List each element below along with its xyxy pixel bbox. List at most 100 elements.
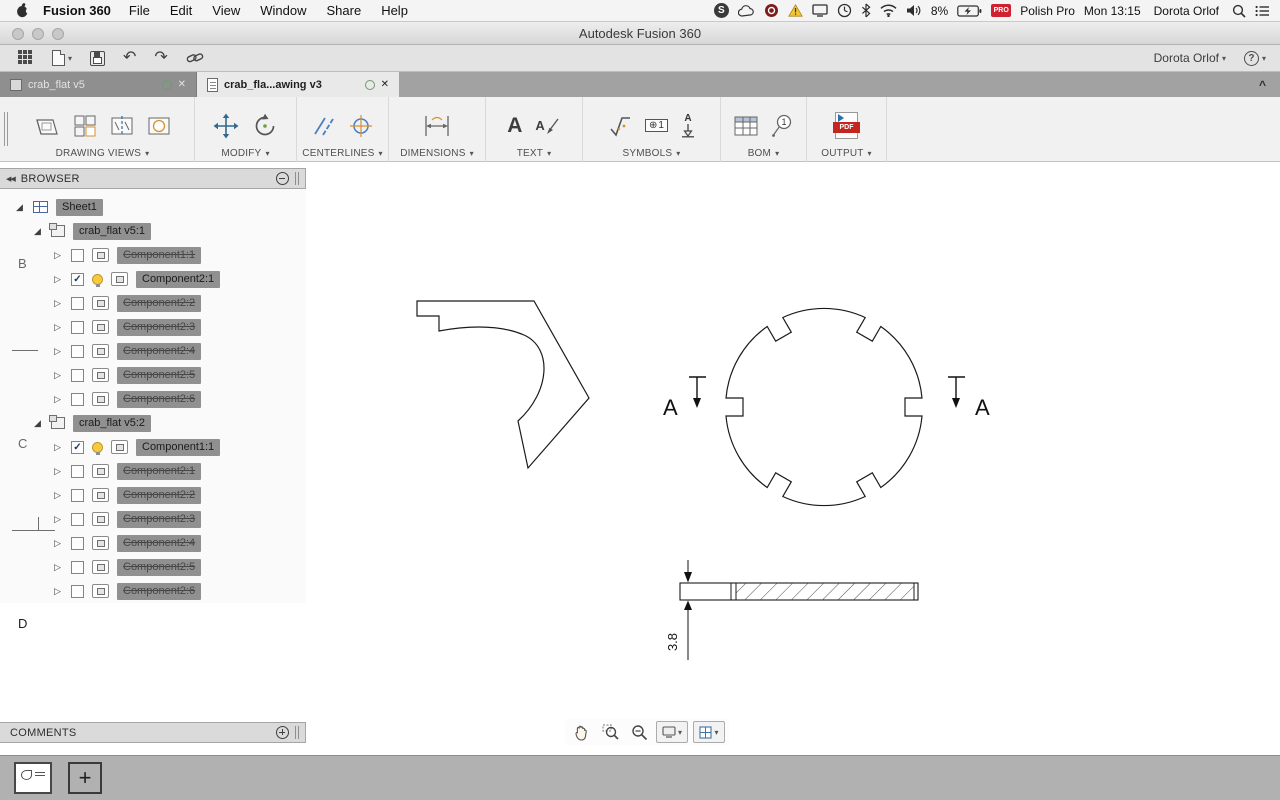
rotate-button[interactable] [252,113,278,139]
browser-tree-row[interactable]: ◢ Sheet1 [0,195,306,219]
menubar-app-name[interactable]: Fusion 360 [43,3,111,18]
panel-drag-grip[interactable] [295,172,299,185]
browser-tree-row[interactable]: ▷ Component2:6 [0,579,306,603]
collapsed-icon[interactable]: ▷ [52,490,63,501]
collapsed-icon[interactable]: ▷ [52,538,63,549]
collapsed-icon[interactable]: ▷ [52,298,63,309]
browser-tree-row[interactable]: ▷ Component2:4 [0,339,306,363]
surface-texture-button[interactable] [608,114,632,138]
visibility-checkbox[interactable] [71,296,84,310]
browser-tree-row[interactable]: ▷ Component2:3 [0,315,306,339]
menu-help[interactable]: Help [381,3,408,18]
display-settings-dropdown[interactable]: ▾ [656,721,688,743]
drawing-canvas[interactable]: B C D A A 3.8 ◀◀ BROWSER ◢ Sheet1 ◢ crab… [0,162,1280,755]
zoom-window-button[interactable] [52,28,64,40]
browser-tree-row[interactable]: ◢ crab_flat v5:1 [0,219,306,243]
close-window-button[interactable] [12,28,24,40]
thickness-dimension[interactable] [684,560,692,660]
spotlight-icon[interactable] [1232,4,1246,18]
visibility-checkbox[interactable]: ✓ [71,272,84,286]
visibility-checkbox[interactable] [71,584,84,598]
display-icon[interactable] [812,4,828,17]
pan-button[interactable] [569,721,593,743]
panel-drag-grip[interactable] [295,726,299,739]
tree-item-label[interactable]: Sheet1 [56,198,103,216]
tree-item-label[interactable]: Component2:2 [117,294,202,312]
browser-tree-row[interactable]: ▷ Component2:5 [0,363,306,387]
ribbon-group-label[interactable]: MODIFY ▾ [221,148,269,159]
lightbulb-icon[interactable] [92,273,103,287]
visibility-checkbox[interactable] [71,344,84,358]
visibility-checkbox[interactable] [71,560,84,574]
collapsed-icon[interactable]: ▷ [52,274,63,285]
share-link-button[interactable] [186,51,204,65]
projected-view-button[interactable] [73,114,97,138]
input-source-label[interactable]: Polish Pro [1020,4,1075,18]
browser-tree-row[interactable]: ▷ Component1:1 [0,243,306,267]
menu-share[interactable]: Share [326,3,361,18]
collapsed-icon[interactable]: ▷ [52,586,63,597]
minimize-window-button[interactable] [32,28,44,40]
table-button[interactable] [734,115,758,137]
ribbon-group-label[interactable]: BOM ▾ [748,148,780,159]
tree-item-label[interactable]: Component1:1 [117,246,202,264]
visibility-checkbox[interactable]: ✓ [71,440,84,454]
tree-item-label[interactable]: Component1:1 [136,438,221,456]
output-pdf-button[interactable]: PDF [833,112,860,139]
collapsed-icon[interactable]: ▷ [52,562,63,573]
sheet1-thumbnail[interactable] [14,762,52,794]
minimize-panel-button[interactable] [276,172,289,185]
wifi-icon[interactable] [880,4,897,17]
input-source-flag[interactable]: PRO [991,4,1012,17]
collapsed-icon[interactable]: ▷ [52,514,63,525]
menu-view[interactable]: View [212,3,240,18]
visibility-checkbox[interactable] [71,512,84,526]
comments-header[interactable]: COMMENTS [0,722,306,743]
tree-item-label[interactable]: Component2:2 [117,486,202,504]
expanded-icon[interactable]: ◢ [32,226,43,237]
add-sheet-button[interactable]: + [68,762,102,794]
section-view[interactable] [679,582,919,601]
visibility-checkbox[interactable] [71,320,84,334]
centerline-button[interactable] [312,114,336,138]
ribbon-group-label[interactable]: CENTERLINES ▾ [302,148,382,159]
browser-tree-row[interactable]: ▷ Component2:3 [0,507,306,531]
expanded-icon[interactable]: ◢ [14,202,25,213]
tab-crab-flat-v5[interactable]: crab_flat v5 ✕ [0,72,197,97]
center-mark-button[interactable] [349,114,373,138]
apple-menu[interactable] [16,3,29,18]
feature-control-frame-button[interactable]: ⊕ 1 [645,119,668,132]
menu-file[interactable]: File [129,3,150,18]
browser-tree-row[interactable]: ◢ crab_flat v5:2 [0,411,306,435]
visibility-checkbox[interactable] [71,368,84,382]
tree-item-label[interactable]: crab_flat v5:2 [73,414,152,432]
browser-tree-row[interactable]: ▷ ✓ Component1:1 [0,435,306,459]
time-machine-icon[interactable] [837,3,852,18]
ribbon-group-label[interactable]: DIMENSIONS ▾ [400,148,474,159]
visibility-checkbox[interactable] [71,248,84,262]
cloud-icon[interactable] [737,4,755,17]
claw-part-outline[interactable] [416,300,590,470]
browser-tree-row[interactable]: ▷ Component2:2 [0,483,306,507]
collapsed-icon[interactable]: ▷ [52,466,63,477]
ribbon-group-label[interactable]: DRAWING VIEWS ▾ [56,148,150,159]
user-menu-button[interactable]: Dorota Orlof ▾ [1154,51,1226,65]
tree-item-label[interactable]: Component2:3 [117,510,202,528]
bluetooth-icon[interactable] [861,3,871,18]
ribbon-group-label[interactable]: OUTPUT ▾ [821,148,872,159]
browser-tree-row[interactable]: ▷ Component2:6 [0,387,306,411]
balloon-button[interactable]: 1 [771,114,793,138]
text-button[interactable]: A [507,115,522,136]
notched-disc-outline[interactable] [725,307,923,507]
browser-tree-row[interactable]: ▷ Component2:2 [0,291,306,315]
volume-icon[interactable] [906,4,922,17]
browser-header[interactable]: ◀◀ BROWSER [0,168,306,189]
grid-settings-dropdown[interactable]: ▾ [693,721,725,743]
zoom-button[interactable] [627,721,651,743]
ribbon-group-label[interactable]: TEXT ▾ [517,148,552,159]
redo-button[interactable]: ↷ [154,50,167,66]
tree-item-label[interactable]: Component2:4 [117,342,202,360]
app-grid-button[interactable] [18,50,34,66]
collapsed-icon[interactable]: ▷ [52,370,63,381]
tree-item-label[interactable]: Component2:6 [117,582,202,600]
